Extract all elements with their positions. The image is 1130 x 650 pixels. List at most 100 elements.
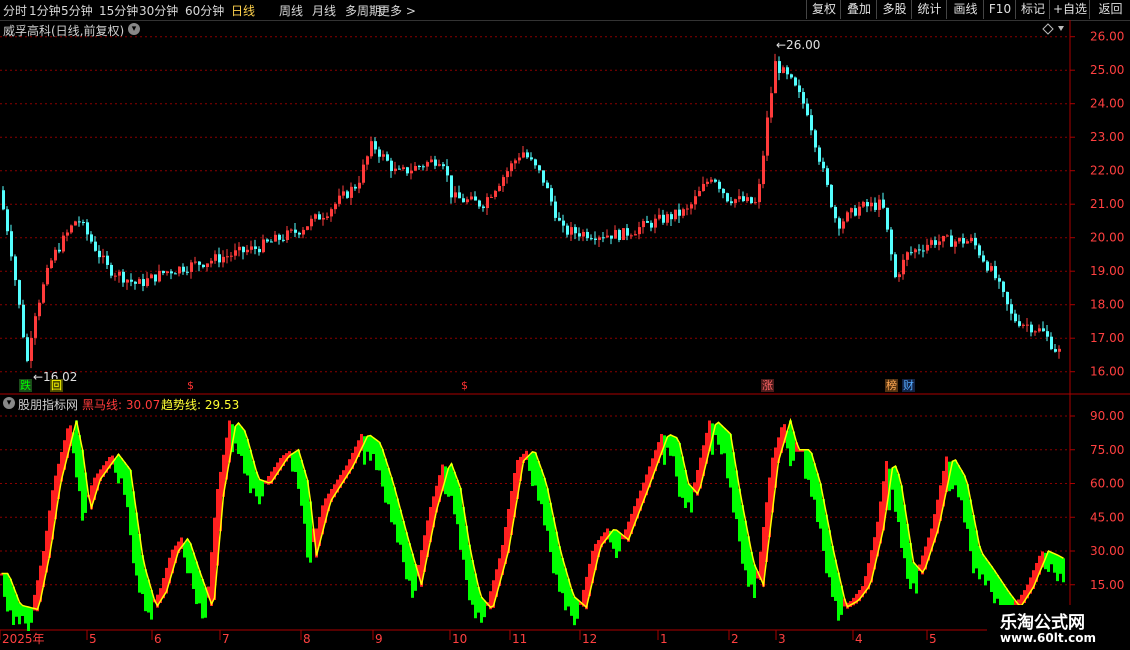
- candle-body: [1006, 291, 1009, 305]
- period-tab[interactable]: 日线: [231, 2, 255, 19]
- candle-body: [62, 235, 65, 252]
- period-tab[interactable]: 周线: [279, 2, 303, 19]
- candle-body: [846, 212, 849, 222]
- candle-body: [774, 61, 777, 94]
- candle-body: [234, 250, 237, 256]
- candle-body: [334, 203, 337, 210]
- candle-body: [454, 192, 457, 198]
- candle-body: [230, 255, 233, 257]
- time-axis-label: 9: [375, 632, 383, 646]
- candlesticks: [2, 53, 1061, 369]
- candle-body: [482, 206, 485, 209]
- candle-body: [510, 163, 513, 172]
- toolbar-button[interactable]: 叠加: [840, 0, 877, 19]
- candle-body: [782, 67, 785, 73]
- candle-body: [934, 240, 937, 245]
- time-axis-label: 6: [154, 632, 162, 646]
- toolbar-button[interactable]: F10: [983, 0, 1016, 19]
- candle-body: [290, 229, 293, 231]
- candle-body: [850, 208, 853, 213]
- candle-body: [522, 152, 525, 158]
- candle-body: [526, 152, 529, 158]
- signal-marker: 回: [50, 379, 63, 392]
- heima-bar: [687, 483, 690, 503]
- toolbar-button[interactable]: 画线: [946, 0, 984, 19]
- candle-body: [106, 255, 109, 265]
- toolbar-button[interactable]: +自选: [1049, 0, 1090, 19]
- toolbar-button[interactable]: 复权: [806, 0, 841, 19]
- candle-body: [722, 188, 725, 194]
- heima-bar: [990, 566, 993, 592]
- candle-body: [54, 249, 57, 261]
- candle-body: [222, 256, 225, 263]
- indicator-name: 股朋指标网: [18, 398, 79, 412]
- heima-bar: [384, 458, 387, 503]
- candle-body: [658, 214, 661, 219]
- signal-marker: $: [187, 379, 194, 392]
- candle-body: [682, 209, 685, 216]
- time-axis-label: 3: [778, 632, 786, 646]
- candle-body: [606, 235, 609, 238]
- candle-body: [18, 280, 21, 305]
- candle-body: [882, 199, 885, 208]
- candle-body: [74, 221, 77, 226]
- chevron-down-icon[interactable]: ▾: [3, 397, 15, 409]
- heima-bar: [300, 459, 303, 506]
- heima-bar: [981, 553, 984, 575]
- candle-body: [610, 235, 613, 239]
- candle-body: [650, 222, 653, 228]
- time-axis-label: 12: [582, 632, 597, 646]
- heima-bar: [816, 473, 819, 523]
- period-tab[interactable]: 60分钟: [185, 2, 224, 19]
- candle-body: [162, 270, 165, 274]
- period-tab[interactable]: 多周期: [345, 2, 381, 19]
- toolbar-button[interactable]: 多股: [876, 0, 912, 19]
- candle-body: [862, 202, 865, 207]
- candle-body: [938, 241, 941, 245]
- period-tab[interactable]: 30分钟: [139, 2, 178, 19]
- candle-body: [114, 275, 117, 277]
- price-tick-label: 26.00: [1090, 30, 1124, 44]
- heima-bar: [615, 530, 618, 558]
- candle-body: [758, 184, 761, 203]
- period-tab[interactable]: 15分钟: [99, 2, 138, 19]
- period-tab[interactable]: 更多 >: [378, 2, 416, 19]
- candle-body: [558, 217, 561, 221]
- candle-body: [378, 149, 381, 157]
- candle-body: [1014, 313, 1017, 322]
- toolbar-button[interactable]: 返回: [1089, 0, 1130, 19]
- candle-body: [350, 186, 353, 198]
- candle-body: [486, 197, 489, 209]
- candle-body: [206, 263, 209, 268]
- kline-chart[interactable]: 26.00 25.00 24.00 23.00 22.00 21.00 20.00 19.00…: [0, 20, 1130, 650]
- heima-bar: [1062, 558, 1065, 583]
- candle-body: [982, 255, 985, 262]
- candle-body: [822, 161, 825, 169]
- candle-body: [434, 159, 437, 166]
- candle-body: [530, 157, 533, 160]
- period-tab[interactable]: 月线: [312, 2, 336, 19]
- heima-bar: [576, 599, 579, 619]
- period-tab[interactable]: 5分钟: [61, 2, 93, 19]
- candle-body: [954, 241, 957, 247]
- candle-body: [1038, 328, 1041, 332]
- candle-body: [310, 218, 313, 227]
- diamond-icon: [1042, 23, 1054, 35]
- candle-body: [146, 278, 149, 286]
- heima-bar: [690, 486, 693, 513]
- candle-body: [698, 191, 701, 197]
- period-tab[interactable]: 分时: [3, 2, 27, 19]
- signal-marker: 涨: [761, 379, 774, 392]
- candle-body: [574, 227, 577, 234]
- period-tab[interactable]: 1分钟: [29, 2, 61, 19]
- toolbar-button[interactable]: 标记: [1015, 0, 1050, 19]
- heima-bar: [303, 470, 306, 524]
- toolbar-button[interactable]: 统计: [911, 0, 947, 19]
- candle-body: [634, 234, 637, 236]
- heima-bar: [24, 606, 27, 624]
- candle-body: [994, 266, 997, 279]
- candle-body: [10, 231, 13, 257]
- candle-body: [78, 221, 81, 223]
- candle-body: [518, 157, 521, 161]
- candle-body: [218, 254, 221, 263]
